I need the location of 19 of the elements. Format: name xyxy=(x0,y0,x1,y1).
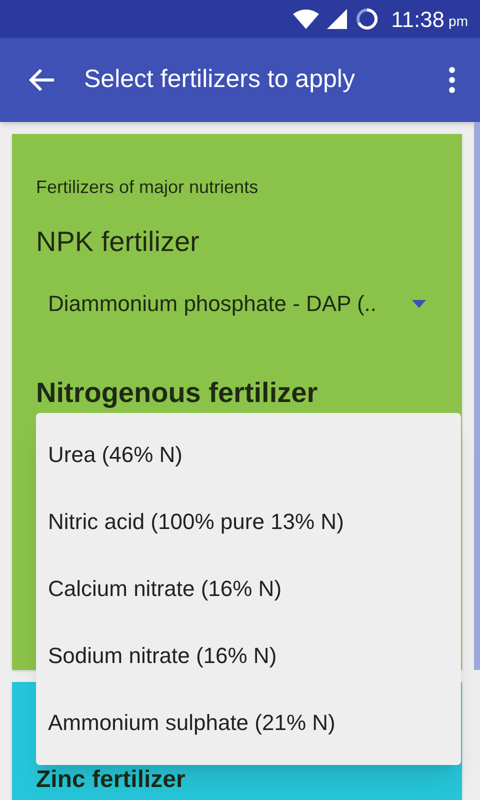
dropdown-option[interactable]: Calcium nitrate (16% N) xyxy=(36,555,461,622)
dropdown-option[interactable]: Nitric acid (100% pure 13% N) xyxy=(36,488,461,555)
battery-icon xyxy=(355,7,380,31)
dropdown-option[interactable]: Urea (46% N) xyxy=(36,421,461,488)
zinc-label: Zinc fertilizer xyxy=(36,765,186,795)
dropdown-option[interactable]: Ammonium sulphate (21% N) xyxy=(36,689,461,756)
card-heading: Fertilizers of major nutrients xyxy=(36,176,260,199)
dropdown-option[interactable]: Sodium nitrate (16% N) xyxy=(36,622,461,689)
wifi-icon xyxy=(293,9,320,29)
signal-icon xyxy=(327,9,348,29)
status-ampm: pm xyxy=(448,12,468,31)
back-arrow-icon xyxy=(29,68,55,92)
more-options-icon xyxy=(449,67,455,93)
nitrogenous-label: Nitrogenous fertilizer xyxy=(36,376,319,410)
app-bar-title: Select fertilizers to apply xyxy=(84,64,356,96)
npk-dropdown[interactable]: Diammonium phosphate - DAP (.. xyxy=(36,287,438,320)
npk-label: NPK fertilizer xyxy=(36,225,200,259)
status-time: 11:38 xyxy=(391,6,445,34)
dropdown-caret-icon xyxy=(412,300,426,308)
